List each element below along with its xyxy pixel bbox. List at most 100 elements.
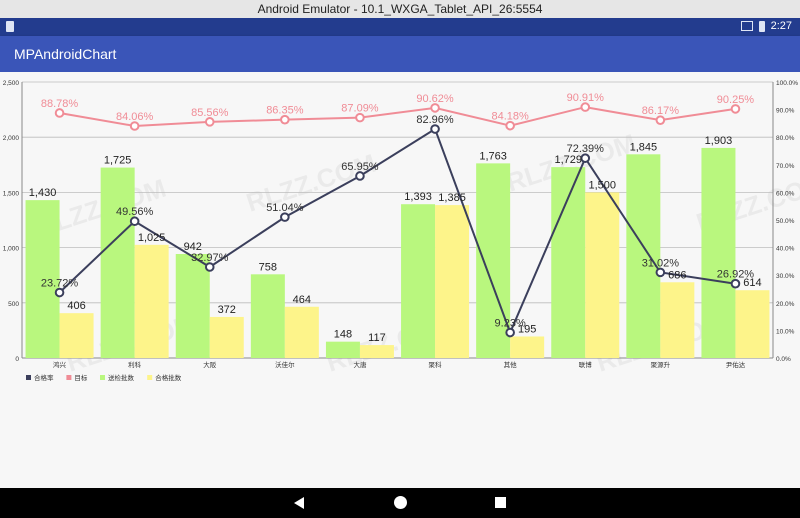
legend-swatch bbox=[26, 375, 31, 380]
target-point bbox=[730, 104, 741, 114]
pass-rate-point bbox=[580, 153, 591, 164]
right-axis-tick-label: 90.0% bbox=[776, 108, 795, 115]
legend-label: 合格率 bbox=[34, 373, 54, 382]
bar-inspected-value-label: 1,845 bbox=[630, 141, 658, 153]
bar-passed-value-label: 1,500 bbox=[588, 179, 616, 191]
bar-passed bbox=[510, 336, 545, 358]
bar-passed-value-label: 372 bbox=[218, 304, 236, 316]
target-point bbox=[655, 115, 666, 125]
x-axis-tick-label: 大唐 bbox=[353, 360, 367, 369]
right-axis-tick-label: 40.0% bbox=[776, 246, 795, 253]
legend-label: 合格批数 bbox=[155, 373, 182, 382]
legend-label: 目标 bbox=[74, 373, 88, 382]
target-point bbox=[355, 112, 365, 123]
target-value-label: 90.62% bbox=[416, 93, 454, 105]
bar-passed-value-label: 117 bbox=[368, 332, 386, 344]
right-axis-tick-label: 20.0% bbox=[776, 301, 795, 308]
left-axis-tick-label: 2,500 bbox=[3, 80, 20, 87]
pass-rate-point bbox=[730, 278, 741, 289]
bar-passed-value-label: 406 bbox=[67, 300, 85, 312]
legend-swatch bbox=[147, 375, 153, 380]
target-point bbox=[54, 108, 65, 118]
right-axis-tick-label: 70.0% bbox=[776, 163, 795, 170]
left-axis-tick-label: 1,000 bbox=[3, 246, 20, 253]
target-point bbox=[430, 103, 440, 113]
bar-inspected bbox=[401, 204, 436, 358]
pass-rate-value-label: 26.92% bbox=[717, 269, 755, 281]
bar-passed-value-label: 464 bbox=[293, 294, 311, 306]
android-nav-bar bbox=[0, 488, 800, 518]
right-axis-tick-label: 10.0% bbox=[776, 328, 795, 335]
signal-icon bbox=[740, 21, 753, 31]
target-point bbox=[129, 121, 140, 131]
target-value-label: 88.78% bbox=[41, 98, 79, 110]
left-axis-tick-label: 500 bbox=[8, 301, 19, 308]
legend-swatch bbox=[66, 375, 72, 380]
pass-rate-point bbox=[54, 287, 65, 298]
status-time: 2:27 bbox=[770, 20, 792, 32]
bar-inspected-value-label: 148 bbox=[334, 329, 352, 341]
pass-rate-point bbox=[355, 171, 365, 181]
pass-rate-point bbox=[655, 267, 666, 278]
chart-area: RLZZ.COMRLZZ.COMRLZZ.COMRLZZ.COMRLZZ.COM… bbox=[0, 72, 800, 488]
android-status-bar: 2:27 bbox=[0, 18, 800, 36]
home-icon[interactable] bbox=[394, 496, 407, 509]
bar-inspected bbox=[250, 274, 285, 358]
left-axis-tick-label: 1,500 bbox=[3, 190, 20, 197]
bar-passed-value-label: 1,025 bbox=[138, 232, 166, 244]
pass-rate-value-label: 9.23% bbox=[495, 318, 526, 330]
app-title: MPAndroidChart bbox=[14, 46, 117, 62]
bar-passed bbox=[435, 205, 470, 358]
x-axis-tick-label: 其他 bbox=[504, 360, 518, 369]
target-value-label: 86.17% bbox=[642, 105, 680, 117]
legend-label: 送检批数 bbox=[108, 373, 135, 382]
combined-chart[interactable]: RLZZ.COMRLZZ.COMRLZZ.COMRLZZ.COMRLZZ.COM… bbox=[0, 72, 800, 488]
right-axis-tick-label: 60.0% bbox=[776, 190, 795, 197]
bar-passed bbox=[59, 313, 94, 358]
target-value-label: 84.18% bbox=[491, 111, 529, 123]
bar-inspected bbox=[175, 254, 210, 358]
target-point bbox=[204, 117, 215, 127]
battery-icon bbox=[758, 20, 765, 32]
bar-inspected bbox=[100, 167, 135, 358]
legend-swatch bbox=[100, 375, 105, 380]
x-axis-tick-label: 聚科 bbox=[429, 360, 443, 369]
target-value-label: 90.91% bbox=[567, 92, 605, 104]
target-point bbox=[580, 102, 591, 112]
target-value-label: 86.35% bbox=[266, 105, 304, 117]
pass-rate-value-label: 31.02% bbox=[642, 257, 680, 269]
bar-inspected bbox=[701, 147, 736, 358]
bar-inspected-value-label: 1,763 bbox=[479, 150, 507, 162]
bar-inspected-value-label: 1,729 bbox=[554, 154, 582, 166]
recents-icon[interactable] bbox=[495, 497, 506, 508]
bar-inspected-value-label: 758 bbox=[259, 261, 277, 273]
sd-card-icon bbox=[6, 21, 14, 32]
x-axis-tick-label: 沃佳尔 bbox=[275, 360, 295, 369]
pass-rate-value-label: 32.97% bbox=[191, 252, 229, 264]
x-axis-tick-label: 鸿兴 bbox=[53, 360, 67, 369]
watermark-text: RLZZ.COM bbox=[243, 148, 380, 218]
bar-passed-value-label: 1,385 bbox=[438, 192, 466, 204]
bar-passed-value-label: 686 bbox=[668, 269, 686, 281]
bar-inspected-value-label: 1,430 bbox=[29, 187, 57, 199]
pass-rate-point bbox=[204, 262, 215, 272]
bar-inspected-value-label: 1,393 bbox=[404, 191, 432, 203]
x-axis-tick-label: 大阪 bbox=[203, 360, 217, 369]
left-axis-tick-label: 2,000 bbox=[3, 135, 20, 142]
target-value-label: 84.06% bbox=[116, 111, 154, 123]
app-toolbar: MPAndroidChart bbox=[0, 36, 800, 72]
back-icon[interactable] bbox=[294, 497, 304, 509]
right-axis-tick-label: 30.0% bbox=[776, 273, 795, 280]
right-axis-tick-label: 0.0% bbox=[776, 356, 791, 363]
bar-passed bbox=[284, 306, 319, 358]
right-axis-tick-label: 100.0% bbox=[776, 80, 798, 87]
bar-inspected bbox=[325, 341, 360, 358]
bar-inspected bbox=[626, 154, 661, 358]
pass-rate-value-label: 23.72% bbox=[41, 278, 79, 290]
target-point bbox=[505, 120, 515, 131]
bar-passed bbox=[134, 244, 169, 358]
bar-inspected-value-label: 1,903 bbox=[705, 135, 733, 147]
bar-passed bbox=[585, 192, 620, 358]
window-title-bar: Android Emulator - 10.1_WXGA_Tablet_API_… bbox=[0, 0, 800, 19]
pass-rate-point bbox=[129, 216, 140, 227]
